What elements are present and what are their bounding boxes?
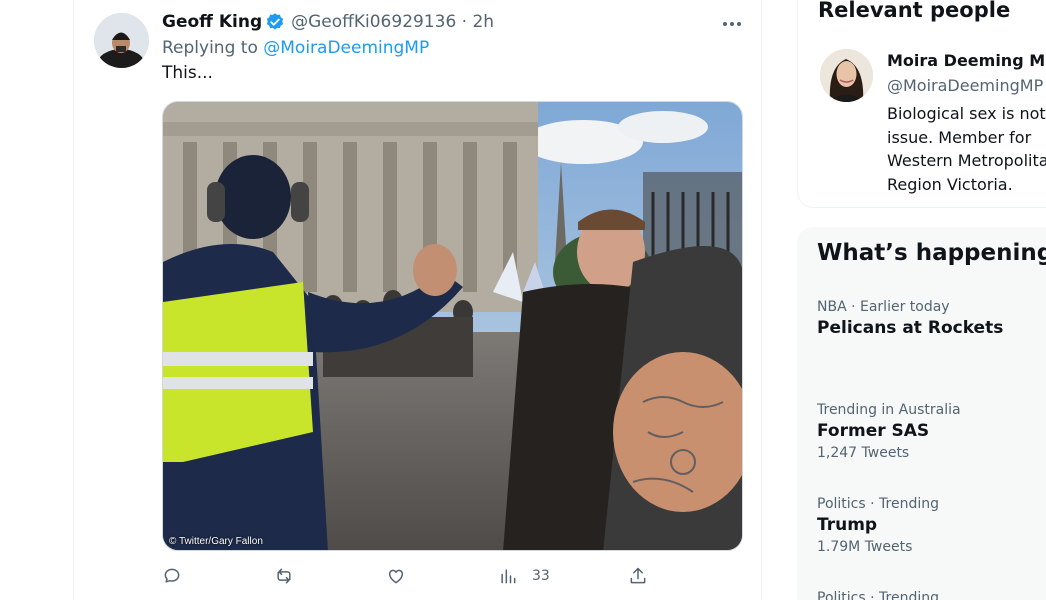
replying-prefix: Replying to: [162, 38, 258, 58]
views-count: 33: [532, 568, 550, 584]
trend-name: Trump: [817, 515, 878, 535]
verified-badge-icon: [265, 12, 285, 32]
replying-to-link[interactable]: @MoiraDeemingMP: [263, 38, 429, 58]
tweet-actions: 33: [162, 566, 762, 590]
timeline-column: Geoff King @GeoffKi06929136 · 2h Replyin…: [73, 0, 762, 600]
tweet[interactable]: Geoff King @GeoffKi06929136 · 2h Replyin…: [74, 0, 761, 600]
views-button[interactable]: 33: [498, 566, 550, 586]
person-bio: Biological sex is not an issue. Member f…: [887, 104, 1046, 194]
right-sidebar: Relevant people Moira Deeming MP @MoiraD…: [797, 0, 1046, 600]
person-handle[interactable]: @MoiraDeemingMP: [887, 76, 1043, 95]
tweet-header: Geoff King @GeoffKi06929136 · 2h: [162, 12, 494, 32]
like-button[interactable]: [386, 566, 406, 586]
trend-item[interactable]: Politics · Trending Trump 1.79M Tweets: [817, 496, 1046, 555]
trend-meta: NBA · Earlier today: [817, 299, 950, 315]
trend-meta: Trending in Australia: [817, 402, 961, 418]
replying-to: Replying to @MoiraDeemingMP: [162, 38, 429, 58]
reply-icon: [164, 568, 180, 583]
retweet-icon: [277, 568, 291, 584]
tweet-text: This...: [162, 63, 213, 83]
tweet-photo[interactable]: © Twitter/Gary Fallon: [162, 101, 743, 551]
more-options-icon[interactable]: [720, 12, 744, 36]
share-icon: [630, 567, 646, 584]
person-avatar[interactable]: [820, 49, 873, 102]
trend-item[interactable]: NBA · Earlier today Pelicans at Rockets: [817, 299, 1046, 338]
trend-count: 1.79M Tweets: [817, 539, 913, 555]
avatar[interactable]: [94, 13, 149, 68]
trend-meta: Politics · Trending: [817, 590, 939, 600]
whats-happening-title: What’s happening: [817, 240, 1046, 266]
trend-name: Pelicans at Rockets: [817, 318, 1004, 338]
author-name[interactable]: Geoff King: [162, 12, 262, 32]
trend-item[interactable]: Politics · Trending: [817, 590, 1046, 600]
retweet-button[interactable]: [274, 566, 294, 586]
heart-icon: [388, 569, 404, 584]
trend-name: Former SAS: [817, 421, 930, 441]
views-icon: [501, 569, 516, 584]
author-handle-time[interactable]: @GeoffKi06929136 · 2h: [291, 12, 494, 32]
relevant-people-card: Relevant people Moira Deeming MP @MoiraD…: [797, 0, 1046, 208]
photo-credit: © Twitter/Gary Fallon: [169, 536, 263, 547]
whats-happening-card: What’s happening NBA · Earlier today Pel…: [797, 227, 1046, 600]
share-button[interactable]: [628, 566, 648, 586]
trend-count: 1,247 Tweets: [817, 445, 910, 461]
trend-item[interactable]: Trending in Australia Former SAS 1,247 T…: [817, 402, 1046, 461]
relevant-people-title: Relevant people: [818, 0, 1011, 22]
reply-button[interactable]: [162, 566, 182, 586]
person-name[interactable]: Moira Deeming MP: [887, 51, 1046, 70]
trend-meta: Politics · Trending: [817, 496, 939, 512]
